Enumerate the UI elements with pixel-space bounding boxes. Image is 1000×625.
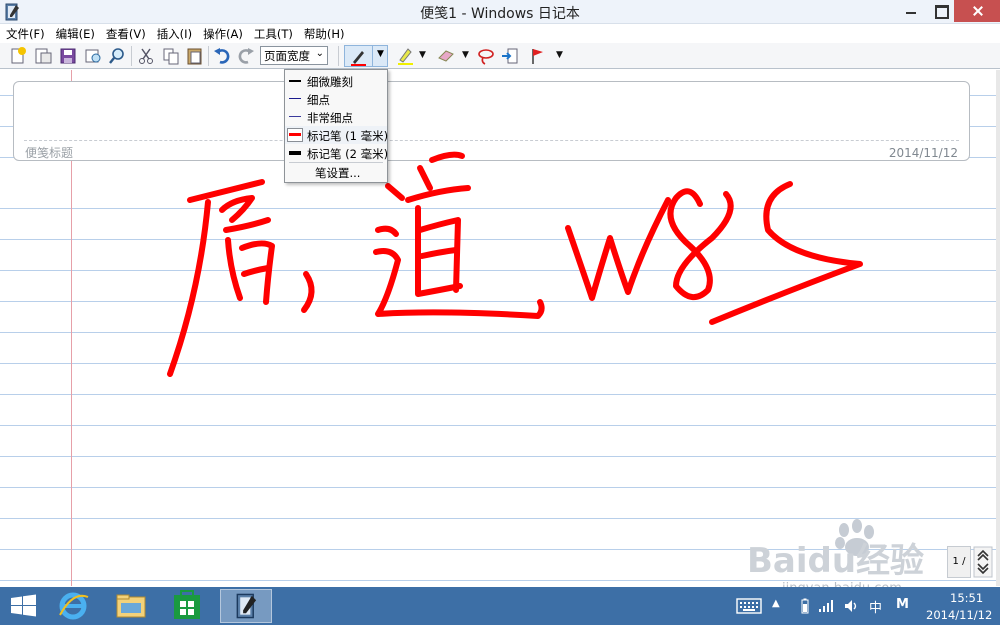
taskbar: ▲ 中 M [0, 587, 1000, 625]
clock-date[interactable]: 2014/11/12 [926, 608, 992, 622]
eraser-icon[interactable] [436, 46, 456, 66]
note-page[interactable]: 便笺标题 2014/11/12 [0, 70, 996, 586]
ink-stroke [709, 181, 863, 325]
print-preview-icon[interactable] [83, 46, 103, 66]
menu-edit[interactable]: 编辑(E) [56, 26, 95, 42]
ink-stroke [429, 151, 465, 163]
pen-menu-item[interactable]: 细微雕刻 [285, 72, 387, 90]
pen-swatch [289, 133, 301, 136]
flag-dropdown-arrow-icon[interactable]: ▼ [556, 50, 563, 60]
journal-app-icon [236, 593, 257, 619]
journal-task-button[interactable] [220, 589, 272, 623]
new-note-icon[interactable] [8, 46, 28, 66]
eraser-dropdown-arrow-icon[interactable]: ▼ [462, 50, 469, 60]
clock-time[interactable]: 15:51 [950, 591, 983, 605]
ink-stroke [405, 185, 471, 203]
chevron-down-icon: ⌄ [315, 48, 324, 59]
highlighter-icon[interactable] [395, 46, 415, 66]
pen-button-separator [372, 46, 373, 66]
save-icon[interactable] [58, 46, 78, 66]
menu-file[interactable]: 文件(F) [6, 26, 45, 42]
store-icon[interactable] [164, 589, 210, 623]
windows-start-icon[interactable] [0, 589, 46, 623]
ink-stroke [225, 237, 243, 301]
pen-swatch [289, 98, 301, 99]
paste-icon[interactable] [185, 46, 205, 66]
toolbar: 页面宽度 ⌄ ▼ ▼ ▼ ▼ [0, 43, 1000, 69]
menu-divider [289, 162, 383, 163]
lasso-icon[interactable] [476, 46, 496, 66]
pen-menu-item-selected[interactable]: 标记笔 (1 毫米) [285, 126, 388, 144]
internet-explorer-icon[interactable] [50, 589, 96, 623]
cut-icon[interactable] [136, 46, 156, 66]
flag-icon[interactable] [528, 46, 548, 66]
close-button[interactable] [954, 0, 1000, 22]
ink-stroke [219, 195, 255, 223]
tray-overflow-icon[interactable]: ▲ [772, 598, 780, 609]
page-indicator: 1 / 1 [947, 546, 971, 597]
insert-space-icon[interactable] [500, 46, 520, 66]
window-title: 便笺1 - Windows 日记本 [420, 6, 580, 22]
toolbar-separator [338, 46, 339, 66]
pen-settings-item[interactable]: 笔设置... [315, 165, 360, 181]
title-bar: 便笺1 - Windows 日记本 [0, 0, 1000, 24]
menu-bar: 文件(F) 编辑(E) 查看(V) 插入(I) 操作(A) 工具(T) 帮助(H… [0, 24, 1000, 43]
pen-swatch [289, 116, 301, 117]
ink-stroke [419, 247, 459, 259]
open-icon[interactable] [33, 46, 53, 66]
file-explorer-icon[interactable] [108, 589, 154, 623]
zoom-value: 页面宽度 [264, 49, 310, 63]
ink-stroke [301, 271, 315, 313]
search-icon[interactable] [107, 46, 127, 66]
vertical-scrollbar[interactable] [996, 70, 1000, 586]
pen-icon [351, 51, 366, 66]
ime-language-indicator[interactable]: 中 [869, 597, 882, 616]
menu-actions[interactable]: 操作(A) [203, 26, 243, 42]
redo-icon[interactable] [236, 46, 256, 66]
ink-stroke [667, 188, 734, 300]
zoom-select[interactable]: 页面宽度 ⌄ [260, 46, 328, 65]
pen-style-menu: 细微雕刻 细点 非常细点 标记笔 (1 毫米) 标记笔 (2 毫米) 笔设置..… [284, 69, 388, 183]
highlighter-dropdown-arrow-icon[interactable]: ▼ [419, 50, 426, 60]
undo-icon[interactable] [212, 46, 232, 66]
network-icon[interactable] [818, 599, 834, 613]
ink-stroke [241, 265, 271, 277]
pen-swatch [289, 80, 301, 82]
menu-view[interactable]: 查看(V) [106, 26, 146, 42]
battery-icon[interactable] [800, 598, 810, 614]
ime-mode-indicator[interactable]: M [896, 597, 909, 612]
pen-menu-item[interactable]: 非常细点 [285, 108, 387, 126]
menu-tools[interactable]: 工具(T) [254, 26, 293, 42]
toolbar-separator [208, 46, 209, 66]
ink-stroke [375, 225, 399, 237]
copy-icon[interactable] [161, 46, 181, 66]
ink-stroke [417, 165, 433, 191]
volume-icon[interactable] [843, 598, 859, 614]
pen-button[interactable]: ▼ [344, 45, 388, 67]
handwriting-ink[interactable] [0, 70, 996, 586]
pen-menu-item[interactable]: 细点 [285, 90, 387, 108]
menu-insert[interactable]: 插入(I) [157, 26, 192, 42]
keyboard-icon[interactable] [736, 598, 762, 614]
pen-dropdown-arrow-icon[interactable]: ▼ [377, 49, 384, 59]
maximize-button[interactable] [926, 0, 954, 22]
menu-help[interactable]: 帮助(H) [304, 26, 345, 42]
toolbar-separator [131, 46, 132, 66]
page-nav-buttons[interactable] [973, 546, 993, 578]
pen-swatch [289, 151, 301, 155]
ink-stroke [565, 197, 671, 301]
ink-stroke [385, 183, 405, 201]
pen-menu-item[interactable]: 标记笔 (2 毫米) [285, 144, 388, 162]
ink-stroke [167, 199, 211, 377]
minimize-button[interactable] [896, 0, 926, 22]
